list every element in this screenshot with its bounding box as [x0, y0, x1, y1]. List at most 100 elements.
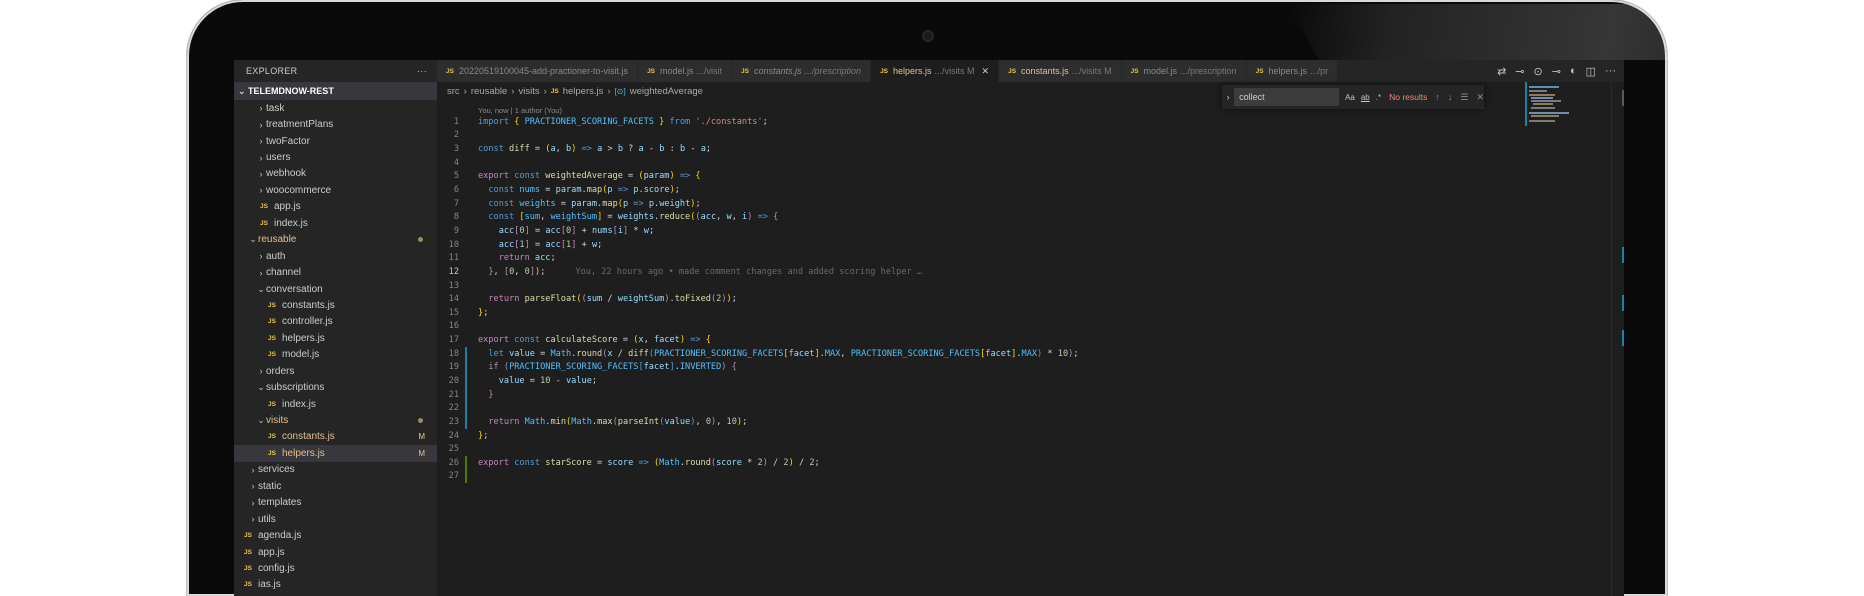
editor-tab[interactable]: JS helpers.js .../pr [1246, 60, 1339, 82]
tree-file[interactable]: JS app.js [234, 544, 437, 560]
breadcrumb-item[interactable]: visits [518, 86, 539, 97]
code-line[interactable]: 14 return parseFloat((sum / weightSum).t… [437, 292, 1537, 306]
commit-prev-icon[interactable]: ⊸ [1515, 65, 1524, 78]
editor-tab[interactable]: JS constants.js .../prescription [732, 60, 872, 82]
tree-folder[interactable]: › twoFactor [234, 133, 437, 149]
tree-item-label: index.js [274, 217, 308, 229]
code-token: facet [788, 348, 815, 359]
split-editor-icon[interactable]: ◫ [1586, 65, 1596, 78]
tree-folder[interactable]: › users [234, 149, 437, 165]
tree-folder[interactable]: › templates [234, 495, 437, 511]
tree-file[interactable]: JS index.js [234, 396, 437, 412]
tree-file[interactable]: JS config.js [234, 560, 437, 576]
tree-folder[interactable]: › auth [234, 248, 437, 264]
tree-file[interactable]: JS constants.js M [234, 429, 437, 445]
arrow-down-icon[interactable]: ↓ [1448, 92, 1453, 102]
code-line[interactable]: 15}; [437, 306, 1537, 320]
tree-file[interactable]: JS controller.js [234, 314, 437, 330]
code-line[interactable]: 26 export const starScore = score => (Mat… [437, 456, 1537, 470]
tree-file[interactable]: JS ias.js [234, 577, 437, 593]
tree-folder[interactable]: ⌄ subscriptions [234, 379, 437, 395]
regex-icon[interactable]: .* [1376, 93, 1381, 102]
webcam-icon [924, 32, 932, 40]
code-line[interactable]: 27 [437, 469, 1537, 484]
codelens-author[interactable]: You, now | 1 author (You) [478, 106, 562, 115]
tree-file[interactable]: JS helpers.js [234, 330, 437, 346]
tree-file[interactable]: JS agenda.js [234, 527, 437, 543]
whole-word-icon[interactable]: ab [1361, 93, 1370, 102]
code-line[interactable]: 7 const weights = param.map(p => p.weigh… [437, 197, 1537, 211]
find-in-selection-icon[interactable]: ☰ [1460, 92, 1468, 103]
editor-tab[interactable]: JS model.js .../prescription [1121, 60, 1247, 82]
code-line[interactable]: 16 [437, 320, 1537, 334]
tree-folder[interactable]: › webhook [234, 166, 437, 182]
more-actions-icon[interactable]: ··· [417, 66, 427, 76]
close-icon[interactable]: ✕ [982, 66, 990, 77]
code-line[interactable]: 21 } [437, 387, 1537, 402]
git-status-badge: M [418, 448, 425, 458]
code-line[interactable]: 23 return Math.min(Math.max(parseInt(val… [437, 415, 1537, 429]
tree-folder[interactable]: › orders [234, 363, 437, 379]
code-token: export [478, 457, 515, 468]
code-line[interactable]: 9 acc[0] = acc[0] + nums[i] * w; [437, 224, 1537, 238]
tree-folder[interactable]: ⌄ visits [234, 412, 437, 428]
commit-next-icon[interactable]: ⊸ [1552, 65, 1561, 78]
more-icon[interactable]: ··· [1605, 65, 1616, 77]
compare-icon[interactable]: ⇄ [1497, 65, 1506, 78]
code-line[interactable]: 13 [437, 279, 1537, 293]
code-line[interactable]: 3 const diff = (a, b) => a > b ? a - b : … [437, 142, 1537, 156]
open-changes-icon[interactable]: ◐ [1570, 65, 1577, 77]
tree-folder[interactable]: › static [234, 478, 437, 494]
tree-file[interactable]: JS app.js [234, 199, 437, 215]
project-section[interactable]: ⌄ TELEMDNOW-REST [234, 82, 437, 100]
code-line[interactable]: 20 value = 10 - value; [437, 374, 1537, 388]
code-token: const [514, 457, 546, 468]
code-line[interactable]: 22 [437, 401, 1537, 415]
chevron-right-icon: › [259, 136, 263, 147]
code-line[interactable]: 5 export const weightedAverage = (param) … [437, 170, 1537, 184]
tree-folder[interactable]: › channel [234, 264, 437, 280]
arrow-up-icon[interactable]: ↑ [1435, 92, 1440, 102]
editor-tab[interactable]: JS constants.js .../visits M [999, 60, 1122, 82]
find-input[interactable]: collect [1234, 88, 1340, 106]
tree-file[interactable]: JS constants.js [234, 297, 437, 313]
tree-folder[interactable]: › treatmentPlans [234, 116, 437, 132]
code-line[interactable]: 12 }, [0, 0]); You, 22 hours ago • made c… [437, 265, 1537, 279]
tree-folder[interactable]: › utils [234, 511, 437, 527]
minimap[interactable] [1525, 82, 1605, 142]
editor-tab[interactable]: JS helpers.js .../visits M ✕ [871, 60, 1000, 82]
match-case-icon[interactable]: Aa [1345, 93, 1355, 102]
code-line[interactable]: 1 import { PRACTIONER_SCORING_FACETS } fr… [437, 115, 1537, 129]
tree-folder[interactable]: ⌄ reusable [234, 232, 437, 248]
chevron-right-icon[interactable]: › [1222, 92, 1234, 102]
code-view[interactable]: 1 import { PRACTIONER_SCORING_FACETS } fr… [437, 115, 1537, 483]
breadcrumb-item[interactable]: reusable [471, 86, 507, 97]
code-line[interactable]: 25 [437, 442, 1537, 456]
js-file-icon: JS [1255, 67, 1264, 75]
code-line[interactable]: 11 return acc; [437, 251, 1537, 265]
tree-file[interactable]: JS index.js [234, 215, 437, 231]
editor-tab[interactable]: JS 20220519100045-add-practioner-to-visit… [437, 60, 639, 82]
tree-file[interactable]: JS model.js [234, 347, 437, 363]
vertical-scrollbar[interactable] [1611, 82, 1624, 596]
commit-icon[interactable]: ⊙ [1534, 65, 1543, 78]
code-line[interactable]: 10 acc[1] = acc[1] + w; [437, 238, 1537, 252]
code-line[interactable]: 24}; [437, 429, 1537, 443]
tree-file[interactable]: JS helpers.js M [234, 445, 437, 462]
tree-folder[interactable]: › services [234, 462, 437, 478]
breadcrumb-item[interactable]: weightedAverage [630, 86, 703, 97]
code-line[interactable]: 8 const [sum, weightSum] = weights.reduc… [437, 210, 1537, 224]
breadcrumb-item[interactable]: helpers.js [563, 86, 604, 97]
code-line[interactable]: 6 const nums = param.map(p => p.score); [437, 183, 1537, 197]
tree-folder[interactable]: › woocommerce [234, 182, 437, 198]
code-line[interactable]: 17 export const calculateScore = (x, face… [437, 333, 1537, 347]
tree-folder[interactable]: › task [234, 100, 437, 116]
breadcrumb-item[interactable]: src [447, 86, 460, 97]
code-line[interactable]: 19 if (PRACTIONER_SCORING_FACETS[facet].… [437, 360, 1537, 375]
code-line[interactable]: 4 [437, 156, 1537, 170]
tree-folder[interactable]: ⌄ conversation [234, 281, 437, 297]
code-line[interactable]: 2 [437, 129, 1537, 143]
code-line[interactable]: 18 let value = Math.round(x / diff(PRACT… [437, 346, 1537, 361]
editor-tab[interactable]: JS model.js .../visit [638, 60, 733, 82]
close-icon[interactable]: ✕ [1476, 92, 1484, 103]
